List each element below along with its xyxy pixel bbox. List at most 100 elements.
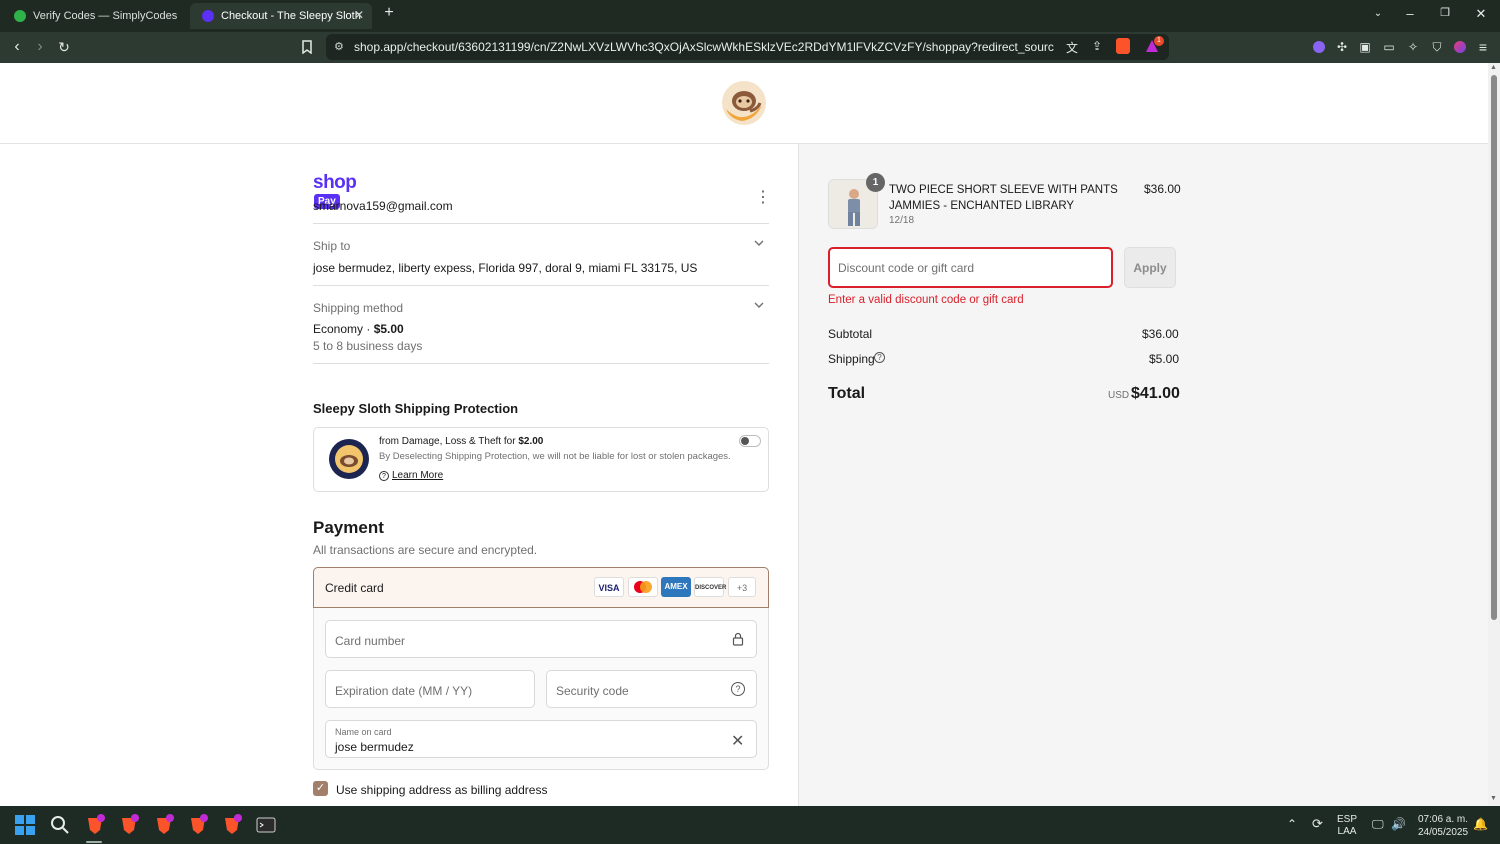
mastercard-icon bbox=[628, 577, 658, 597]
forward-icon[interactable]: › bbox=[31, 38, 49, 56]
ship-to-chevron-icon[interactable] bbox=[754, 239, 764, 250]
discount-error: Enter a valid discount code or gift card bbox=[828, 294, 1024, 306]
back-icon[interactable]: ‹ bbox=[8, 38, 26, 56]
credit-card-option[interactable]: Credit card VISA AMEX DISCOVER +3 bbox=[313, 567, 769, 608]
site-settings-icon[interactable]: ⚙ bbox=[334, 40, 344, 53]
divider bbox=[313, 223, 769, 224]
ship-to-label: Ship to bbox=[313, 239, 351, 253]
menu-icon[interactable]: ≡ bbox=[1475, 39, 1491, 55]
terminal-icon[interactable] bbox=[255, 814, 277, 836]
scroll-down-icon[interactable]: ▼ bbox=[1490, 795, 1497, 802]
amex-icon: AMEX bbox=[661, 577, 691, 597]
shipping-method-label: Shipping method bbox=[313, 301, 404, 315]
payment-subtitle: All transactions are secure and encrypte… bbox=[313, 543, 538, 557]
clock[interactable]: 07:06 a. m. 24/05/2025 bbox=[1414, 813, 1472, 839]
shop-pay-wordmark: shop bbox=[313, 172, 357, 193]
discover-icon: DISCOVER bbox=[694, 577, 726, 597]
share-icon[interactable]: ⇪ bbox=[1092, 39, 1102, 53]
scroll-up-icon[interactable]: ▲ bbox=[1490, 64, 1497, 71]
bookmark-icon[interactable] bbox=[298, 40, 316, 57]
help-circle-icon[interactable]: ? bbox=[731, 682, 745, 696]
shipping-method-name: Economy bbox=[313, 322, 364, 336]
language-code: ESP bbox=[1337, 814, 1358, 825]
total-label: Total bbox=[828, 385, 866, 402]
clear-field-icon[interactable]: ✕ bbox=[731, 731, 744, 751]
order-summary: 1 TWO PIECE SHORT SLEEVE WITH PANTS JAMM… bbox=[798, 144, 1488, 806]
brave-browser-icon[interactable] bbox=[221, 814, 243, 836]
separator: · bbox=[363, 322, 374, 336]
volume-icon[interactable]: 🔊 bbox=[1391, 817, 1406, 831]
sidebar-icon[interactable]: ▣ bbox=[1357, 39, 1373, 55]
tray-overflow-icon[interactable]: ⌃ bbox=[1287, 817, 1297, 831]
minimize-icon[interactable]: – bbox=[1400, 6, 1420, 21]
new-tab-icon[interactable]: + bbox=[379, 4, 399, 22]
translate-icon[interactable]: 文 bbox=[1066, 39, 1078, 56]
tab-list-chevron-icon[interactable]: ⌄ bbox=[1368, 8, 1388, 19]
apply-button[interactable]: Apply bbox=[1124, 247, 1176, 288]
shipping-label: Shipping bbox=[828, 352, 875, 366]
search-icon[interactable] bbox=[49, 814, 71, 836]
shipping-method-chevron-icon[interactable] bbox=[754, 301, 764, 312]
protection-box: from Damage, Loss & Theft for $2.00 By D… bbox=[313, 427, 769, 492]
card-number-field[interactable]: Card number bbox=[325, 620, 757, 658]
ship-to-address: jose bermudez, liberty expess, Florida 9… bbox=[313, 261, 698, 275]
tab-checkout[interactable]: Checkout - The Sleepy Sloth ✕ bbox=[190, 3, 372, 29]
brave-browser-icon[interactable] bbox=[187, 814, 209, 836]
checkout-page: shop Pay smarnova159@gmail.com ⋮ Ship to… bbox=[0, 63, 1488, 806]
clock-time: 07:06 a. m. bbox=[1417, 814, 1469, 825]
protection-disclaimer: By Deselecting Shipping Protection, we w… bbox=[379, 451, 731, 462]
brave-browser-icon[interactable] bbox=[118, 814, 140, 836]
protection-toggle[interactable] bbox=[739, 435, 761, 447]
billing-checkbox-label: Use shipping address as billing address bbox=[336, 783, 548, 797]
browser-toolbar: ‹ › ↻ ⚙ shop.app/checkout/63602131199/cn… bbox=[0, 32, 1500, 63]
leo-sparkle-icon[interactable]: ✧ bbox=[1405, 39, 1421, 55]
restore-icon[interactable]: ❐ bbox=[1435, 6, 1455, 19]
brave-browser-icon[interactable] bbox=[153, 814, 175, 836]
brave-shields-icon[interactable] bbox=[1116, 38, 1130, 54]
address-bar[interactable]: ⚙ shop.app/checkout/63602131199/cn/Z2NwL… bbox=[326, 34, 1169, 60]
protection-sloth-icon bbox=[329, 439, 369, 479]
url-text: shop.app/checkout/63602131199/cn/Z2NwLXV… bbox=[354, 40, 1054, 54]
shipping-help-icon[interactable]: ? bbox=[874, 352, 885, 363]
shipping-eta: 5 to 8 business days bbox=[313, 339, 423, 353]
security-code-field[interactable]: Security code ? bbox=[546, 670, 757, 708]
leo-ai-icon[interactable] bbox=[1313, 41, 1325, 53]
more-options-icon[interactable]: ⋮ bbox=[755, 190, 771, 206]
discount-placeholder: Discount code or gift card bbox=[838, 261, 975, 275]
protection-title: Sleepy Sloth Shipping Protection bbox=[313, 401, 519, 416]
simplycodes-favicon-icon bbox=[14, 10, 26, 22]
name-on-card-field[interactable]: Name on card jose bermudez ✕ bbox=[325, 720, 757, 758]
page-scrollbar[interactable]: ▲ ▼ bbox=[1488, 63, 1500, 806]
brave-browser-icon[interactable] bbox=[84, 814, 106, 836]
payment-title: Payment bbox=[313, 518, 384, 537]
name-on-card-value: jose bermudez bbox=[335, 740, 414, 754]
sync-icon[interactable]: ⟳ bbox=[1312, 816, 1323, 832]
close-tab-icon[interactable]: ✕ bbox=[354, 8, 364, 22]
billing-checkbox[interactable]: ✓ bbox=[313, 781, 328, 796]
subtotal-value: $36.00 bbox=[1142, 327, 1179, 341]
sleepy-sloth-logo-icon[interactable] bbox=[720, 79, 768, 127]
discount-code-input[interactable]: Discount code or gift card bbox=[828, 247, 1113, 288]
notifications-bell-icon[interactable]: 🔔 bbox=[1473, 817, 1488, 831]
profile-avatar-icon[interactable] bbox=[1454, 41, 1466, 53]
product-variant: 12/18 bbox=[889, 215, 915, 226]
lock-icon bbox=[732, 632, 744, 651]
browser-tab-bar: Verify Codes — SimplyCodes Checkout - Th… bbox=[0, 0, 1500, 32]
expiration-date-field[interactable]: Expiration date (MM / YY) bbox=[325, 670, 535, 708]
total-currency: USD bbox=[1108, 390, 1130, 401]
learn-more-link[interactable]: ? Learn More bbox=[379, 470, 443, 481]
reload-icon[interactable]: ↻ bbox=[55, 39, 73, 56]
extensions-icon[interactable]: ✣ bbox=[1334, 39, 1350, 55]
credit-card-label: Credit card bbox=[325, 581, 384, 595]
vpn-icon[interactable]: ⛉ bbox=[1429, 39, 1445, 55]
network-icon[interactable]: 🖵 bbox=[1372, 817, 1384, 832]
language-indicator[interactable]: ESP LAA bbox=[1337, 814, 1357, 838]
scrollbar-thumb[interactable] bbox=[1491, 75, 1497, 620]
divider bbox=[313, 285, 769, 286]
close-window-icon[interactable]: ✕ bbox=[1471, 6, 1491, 22]
total-value: $41.00 bbox=[1131, 385, 1180, 402]
wallet-icon[interactable]: ▭ bbox=[1381, 39, 1397, 55]
tab-verify-codes[interactable]: Verify Codes — SimplyCodes bbox=[2, 3, 184, 29]
learn-more-text: Learn More bbox=[392, 470, 444, 481]
windows-start-icon[interactable] bbox=[14, 814, 36, 836]
